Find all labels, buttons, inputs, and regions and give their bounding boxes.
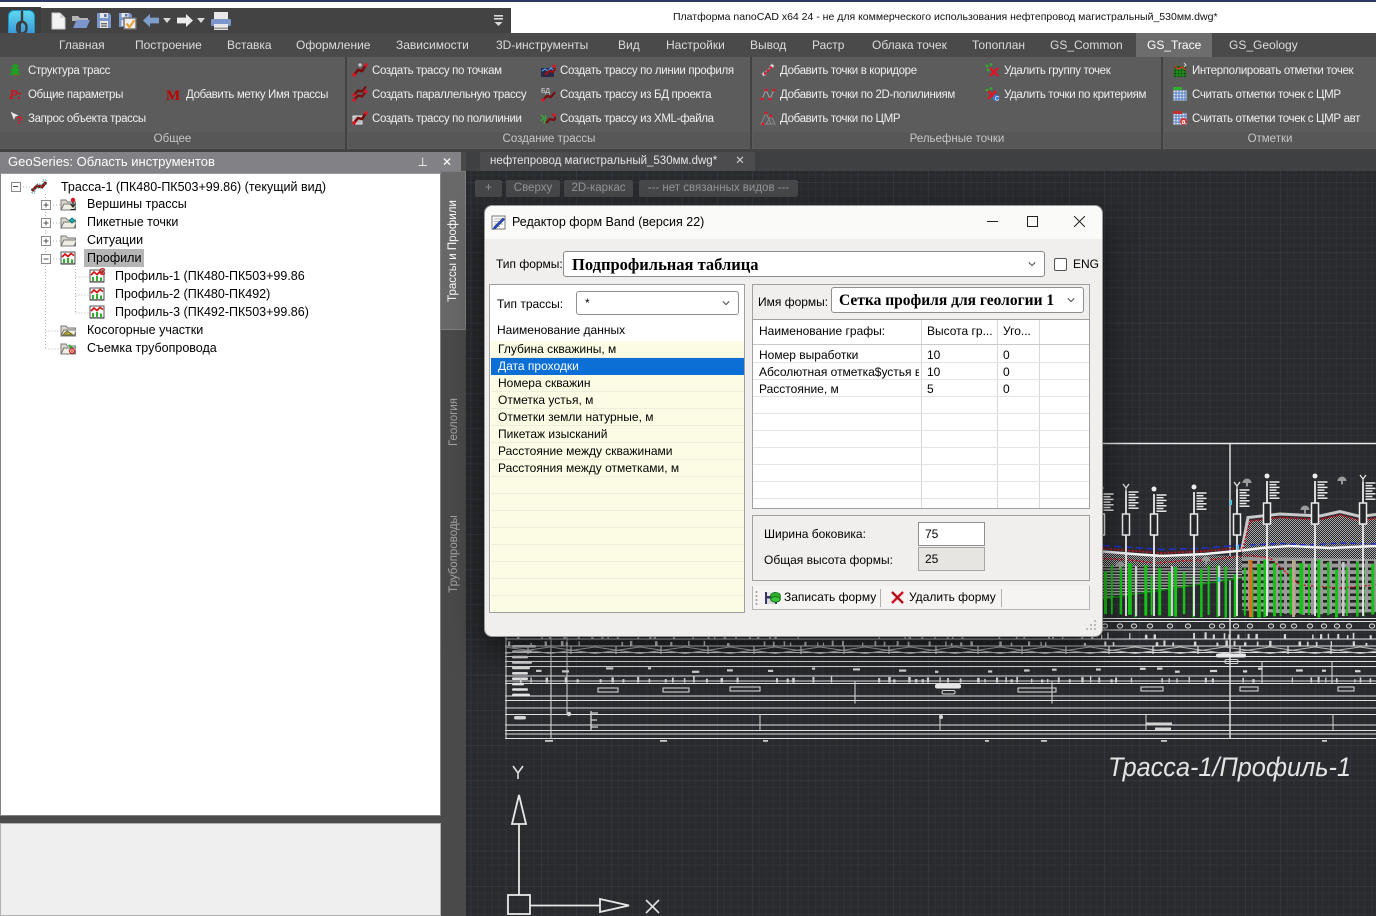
svg-text:a: a [1182, 119, 1186, 126]
svg-text:Трасса-1/Профиль-1: Трасса-1/Профиль-1 [1108, 752, 1351, 782]
